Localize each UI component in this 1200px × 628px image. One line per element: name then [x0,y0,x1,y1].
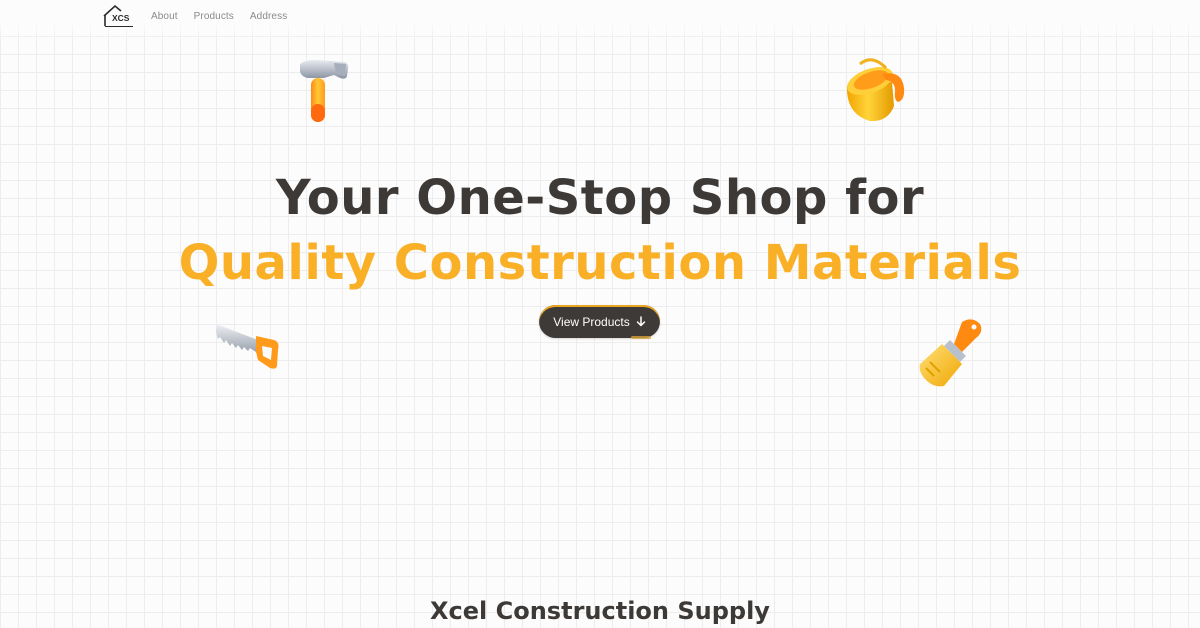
hammer-icon [300,59,349,122]
top-nav: XCS About Products Address [101,2,303,30]
nav-link-address[interactable]: Address [250,11,287,22]
arrow-down-icon [636,316,645,327]
nav-link-about[interactable]: About [151,11,178,22]
saw-icon [216,324,279,369]
hero-heading-line1: Your One-Stop Shop for [275,170,925,226]
xcs-logo[interactable]: XCS [101,3,135,29]
paint-bucket-icon [846,58,905,122]
paint-brush-icon [919,319,982,387]
view-products-button[interactable]: View Products [539,305,660,339]
hero-heading-line2: Quality Construction Materials [178,235,1022,291]
logo-text: XCS [112,13,130,23]
company-name-heading: Xcel Construction Supply [430,597,770,625]
view-products-label: View Products [553,314,630,329]
nav-link-products[interactable]: Products [194,11,234,22]
